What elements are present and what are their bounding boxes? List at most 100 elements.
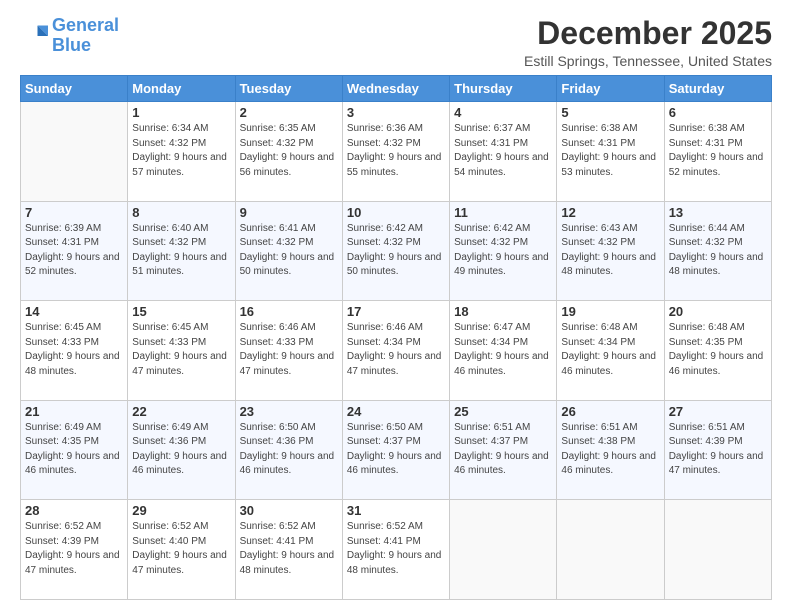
day-info: Sunrise: 6:43 AMSunset: 4:32 PMDaylight:… [561, 222, 659, 280]
logo-line1: General [52, 15, 119, 35]
day-info: Sunrise: 6:52 AMSunset: 4:41 PMDaylight:… [240, 520, 338, 578]
weekday-header: Wednesday [342, 76, 449, 102]
day-info: Sunrise: 6:37 AMSunset: 4:31 PMDaylight:… [454, 122, 552, 180]
calendar-cell: 3 Sunrise: 6:36 AMSunset: 4:32 PMDaylight… [342, 102, 449, 202]
calendar-cell: 28 Sunrise: 6:52 AMSunset: 4:39 PMDayligh… [21, 500, 128, 600]
day-number: 7 [25, 205, 123, 220]
title-block: December 2025 Estill Springs, Tennessee,… [524, 16, 772, 69]
day-info: Sunrise: 6:36 AMSunset: 4:32 PMDaylight:… [347, 122, 445, 180]
page: General Blue December 2025 Estill Spring… [0, 0, 792, 612]
day-number: 26 [561, 404, 659, 419]
calendar-cell: 26 Sunrise: 6:51 AMSunset: 4:38 PMDayligh… [557, 400, 664, 500]
day-number: 31 [347, 503, 445, 518]
calendar-cell: 6 Sunrise: 6:38 AMSunset: 4:31 PMDaylight… [664, 102, 771, 202]
day-number: 29 [132, 503, 230, 518]
logo-text: General Blue [52, 16, 119, 56]
day-info: Sunrise: 6:46 AMSunset: 4:33 PMDaylight:… [240, 321, 338, 379]
day-number: 17 [347, 304, 445, 319]
day-info: Sunrise: 6:34 AMSunset: 4:32 PMDaylight:… [132, 122, 230, 180]
day-info: Sunrise: 6:48 AMSunset: 4:34 PMDaylight:… [561, 321, 659, 379]
calendar-cell: 1 Sunrise: 6:34 AMSunset: 4:32 PMDaylight… [128, 102, 235, 202]
calendar-cell: 4 Sunrise: 6:37 AMSunset: 4:31 PMDaylight… [450, 102, 557, 202]
calendar-cell: 11 Sunrise: 6:42 AMSunset: 4:32 PMDayligh… [450, 201, 557, 301]
day-info: Sunrise: 6:42 AMSunset: 4:32 PMDaylight:… [454, 222, 552, 280]
calendar-header-row: SundayMondayTuesdayWednesdayThursdayFrid… [21, 76, 772, 102]
day-number: 16 [240, 304, 338, 319]
weekday-header: Saturday [664, 76, 771, 102]
calendar-cell: 25Sunrise: 6:51 AMSunset: 4:37 PMDayligh… [450, 400, 557, 500]
day-info: Sunrise: 6:44 AMSunset: 4:32 PMDaylight:… [669, 222, 767, 280]
weekday-header: Tuesday [235, 76, 342, 102]
day-info: Sunrise: 6:51 AMSunset: 4:37 PMDaylight:… [454, 421, 552, 479]
day-info: Sunrise: 6:51 AMSunset: 4:39 PMDaylight:… [669, 421, 767, 479]
calendar-cell [664, 500, 771, 600]
calendar-cell: 9 Sunrise: 6:41 AMSunset: 4:32 PMDaylight… [235, 201, 342, 301]
day-number: 5 [561, 105, 659, 120]
calendar-week-row: 1 Sunrise: 6:34 AMSunset: 4:32 PMDaylight… [21, 102, 772, 202]
calendar-cell: 10 Sunrise: 6:42 AMSunset: 4:32 PMDayligh… [342, 201, 449, 301]
calendar-cell: 7 Sunrise: 6:39 AMSunset: 4:31 PMDaylight… [21, 201, 128, 301]
day-info: Sunrise: 6:38 AMSunset: 4:31 PMDaylight:… [561, 122, 659, 180]
calendar-cell: 19 Sunrise: 6:48 AMSunset: 4:34 PMDayligh… [557, 301, 664, 401]
day-number: 10 [347, 205, 445, 220]
day-info: Sunrise: 6:45 AMSunset: 4:33 PMDaylight:… [25, 321, 123, 379]
calendar-week-row: 14Sunrise: 6:45 AMSunset: 4:33 PMDayligh… [21, 301, 772, 401]
calendar-cell: 31 Sunrise: 6:52 AMSunset: 4:41 PMDayligh… [342, 500, 449, 600]
day-number: 1 [132, 105, 230, 120]
day-number: 4 [454, 105, 552, 120]
weekday-header: Monday [128, 76, 235, 102]
calendar-cell: 23Sunrise: 6:50 AMSunset: 4:36 PMDayligh… [235, 400, 342, 500]
day-number: 28 [25, 503, 123, 518]
day-info: Sunrise: 6:51 AMSunset: 4:38 PMDaylight:… [561, 421, 659, 479]
day-number: 30 [240, 503, 338, 518]
calendar-cell: 30 Sunrise: 6:52 AMSunset: 4:41 PMDayligh… [235, 500, 342, 600]
calendar-cell: 16 Sunrise: 6:46 AMSunset: 4:33 PMDayligh… [235, 301, 342, 401]
day-number: 11 [454, 205, 552, 220]
day-number: 6 [669, 105, 767, 120]
day-number: 9 [240, 205, 338, 220]
main-title: December 2025 [524, 16, 772, 51]
calendar-cell [557, 500, 664, 600]
day-info: Sunrise: 6:52 AMSunset: 4:40 PMDaylight:… [132, 520, 230, 578]
day-number: 13 [669, 205, 767, 220]
day-info: Sunrise: 6:47 AMSunset: 4:34 PMDaylight:… [454, 321, 552, 379]
calendar-cell: 22Sunrise: 6:49 AMSunset: 4:36 PMDayligh… [128, 400, 235, 500]
logo: General Blue [20, 16, 119, 56]
calendar-cell: 24 Sunrise: 6:50 AMSunset: 4:37 PMDayligh… [342, 400, 449, 500]
day-info: Sunrise: 6:52 AMSunset: 4:39 PMDaylight:… [25, 520, 123, 578]
day-number: 2 [240, 105, 338, 120]
calendar-table: SundayMondayTuesdayWednesdayThursdayFrid… [20, 75, 772, 600]
day-info: Sunrise: 6:42 AMSunset: 4:32 PMDaylight:… [347, 222, 445, 280]
calendar-cell: 18Sunrise: 6:47 AMSunset: 4:34 PMDayligh… [450, 301, 557, 401]
calendar-cell: 29 Sunrise: 6:52 AMSunset: 4:40 PMDayligh… [128, 500, 235, 600]
day-info: Sunrise: 6:45 AMSunset: 4:33 PMDaylight:… [132, 321, 230, 379]
day-number: 21 [25, 404, 123, 419]
day-info: Sunrise: 6:48 AMSunset: 4:35 PMDaylight:… [669, 321, 767, 379]
day-info: Sunrise: 6:38 AMSunset: 4:31 PMDaylight:… [669, 122, 767, 180]
day-info: Sunrise: 6:46 AMSunset: 4:34 PMDaylight:… [347, 321, 445, 379]
day-info: Sunrise: 6:50 AMSunset: 4:36 PMDaylight:… [240, 421, 338, 479]
day-info: Sunrise: 6:50 AMSunset: 4:37 PMDaylight:… [347, 421, 445, 479]
day-info: Sunrise: 6:35 AMSunset: 4:32 PMDaylight:… [240, 122, 338, 180]
calendar-cell: 17 Sunrise: 6:46 AMSunset: 4:34 PMDayligh… [342, 301, 449, 401]
calendar-cell: 20 Sunrise: 6:48 AMSunset: 4:35 PMDayligh… [664, 301, 771, 401]
calendar-cell: 21 Sunrise: 6:49 AMSunset: 4:35 PMDayligh… [21, 400, 128, 500]
day-number: 8 [132, 205, 230, 220]
weekday-header: Thursday [450, 76, 557, 102]
calendar-cell: 15Sunrise: 6:45 AMSunset: 4:33 PMDayligh… [128, 301, 235, 401]
logo-line2: Blue [52, 35, 91, 55]
day-info: Sunrise: 6:40 AMSunset: 4:32 PMDaylight:… [132, 222, 230, 280]
day-number: 22 [132, 404, 230, 419]
day-info: Sunrise: 6:41 AMSunset: 4:32 PMDaylight:… [240, 222, 338, 280]
day-number: 19 [561, 304, 659, 319]
day-number: 20 [669, 304, 767, 319]
day-number: 3 [347, 105, 445, 120]
day-number: 27 [669, 404, 767, 419]
day-info: Sunrise: 6:39 AMSunset: 4:31 PMDaylight:… [25, 222, 123, 280]
day-info: Sunrise: 6:52 AMSunset: 4:41 PMDaylight:… [347, 520, 445, 578]
calendar-cell: 13 Sunrise: 6:44 AMSunset: 4:32 PMDayligh… [664, 201, 771, 301]
day-number: 24 [347, 404, 445, 419]
calendar-week-row: 7 Sunrise: 6:39 AMSunset: 4:31 PMDaylight… [21, 201, 772, 301]
calendar-week-row: 28 Sunrise: 6:52 AMSunset: 4:39 PMDayligh… [21, 500, 772, 600]
day-info: Sunrise: 6:49 AMSunset: 4:35 PMDaylight:… [25, 421, 123, 479]
